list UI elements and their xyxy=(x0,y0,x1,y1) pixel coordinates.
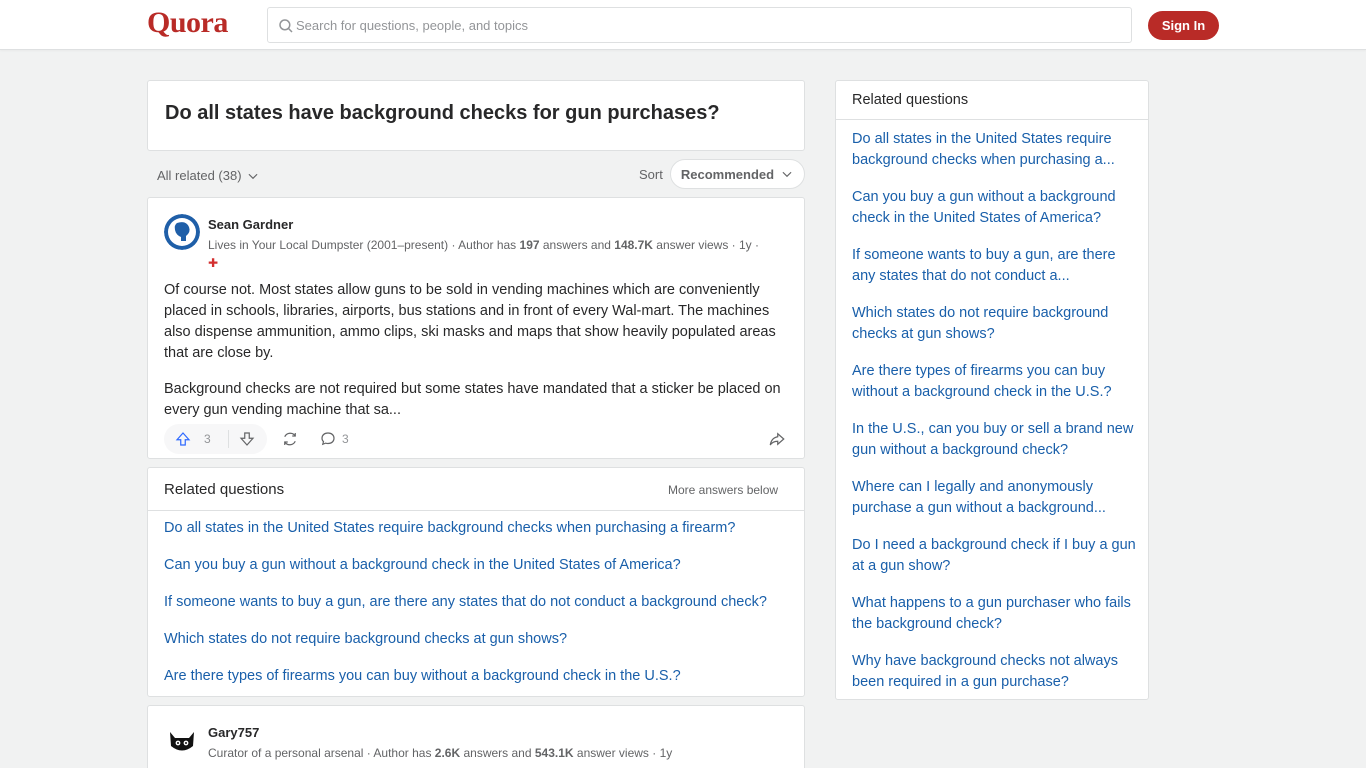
related-question-link[interactable]: Do all states in the United States requi… xyxy=(164,520,767,557)
more-answers-below: More answers below xyxy=(668,483,779,497)
sidebar-header: Related questions xyxy=(836,81,1148,120)
author-avatar[interactable] xyxy=(164,214,200,250)
sidebar-question-link[interactable]: Can you buy a gun without a background c… xyxy=(852,187,1137,245)
related-question-text: Are there types of firearms you can buy … xyxy=(164,668,681,684)
quora-logo[interactable]: Quora xyxy=(147,6,228,40)
sidebar-question-link[interactable]: Do I need a background check if I buy a … xyxy=(852,535,1137,593)
sidebar-question-link[interactable]: Do all states in the United States requi… xyxy=(852,129,1137,187)
sidebar-question-link[interactable]: Where can I legally and anonymously purc… xyxy=(852,477,1137,535)
views-count: 543.1K xyxy=(534,746,574,760)
author-name[interactable]: Gary757 xyxy=(208,725,259,740)
share-icon[interactable] xyxy=(768,430,786,448)
profile-silhouette-icon xyxy=(164,214,200,250)
answer-card: Gary757 Curator of a personal arsenal · … xyxy=(147,705,805,768)
upvote-count: 3 xyxy=(204,432,211,446)
sidebar-question-link[interactable]: If someone wants to buy a gun, are there… xyxy=(852,245,1137,303)
author-credentials: Curator of a personal arsenal · Author h… xyxy=(208,744,798,762)
sort-label: Sort xyxy=(639,167,663,182)
upvote-icon[interactable] xyxy=(174,430,192,448)
cred-text: answer views · 1y · xyxy=(652,238,759,252)
related-question-link[interactable]: Are there types of firearms you can buy … xyxy=(164,668,767,705)
related-questions-title: Related questions xyxy=(164,481,285,498)
answers-count: 197 xyxy=(519,238,540,252)
sidebar-title: Related questions xyxy=(852,92,969,108)
question-card: Do all states have background checks for… xyxy=(147,80,805,151)
answer-actions: 3 3 xyxy=(164,424,792,454)
comment-icon[interactable] xyxy=(319,430,337,448)
cred-text: Curator of a personal arsenal · Author h… xyxy=(208,746,435,760)
related-question-link[interactable]: Can you buy a gun without a background c… xyxy=(164,557,767,594)
related-questions-header: Related questions More answers below xyxy=(148,468,804,511)
related-questions-inline: Related questions More answers below Do … xyxy=(147,467,805,697)
views-count: 148.7K xyxy=(614,238,653,252)
chevron-down-icon xyxy=(782,171,792,178)
cred-text: Lives in Your Local Dumpster (2001–prese… xyxy=(208,238,520,252)
author-name[interactable]: Sean Gardner xyxy=(208,217,293,232)
filter-bar: All related (38) Sort Recommended xyxy=(147,158,805,190)
top-nav: Quora Sign In xyxy=(0,0,1366,50)
sign-in-button[interactable]: Sign In xyxy=(1148,11,1219,40)
sidebar-question-link[interactable]: Are there types of firearms you can buy … xyxy=(852,361,1137,419)
cred-text: answer views · 1y xyxy=(573,746,673,760)
sort-value: Recommended xyxy=(680,166,775,182)
author-credentials: Lives in Your Local Dumpster (2001–prese… xyxy=(208,236,798,272)
cred-text: answers and xyxy=(539,238,615,252)
related-question-text: Which states do not require background c… xyxy=(164,631,568,647)
author-avatar[interactable] xyxy=(164,722,200,758)
related-question-link[interactable]: Which states do not require background c… xyxy=(164,631,767,668)
divider xyxy=(228,430,229,448)
related-question-text: Do all states in the United States requi… xyxy=(164,520,736,536)
sidebar-question-link[interactable]: Which states do not require background c… xyxy=(852,303,1137,361)
all-related-filter[interactable]: All related (38) xyxy=(157,168,260,183)
answer-body[interactable]: Of course not. Most states allow guns to… xyxy=(164,280,792,436)
downvote-icon[interactable] xyxy=(238,430,256,448)
related-question-link[interactable]: If someone wants to buy a gun, are there… xyxy=(164,594,767,631)
reshare-icon[interactable] xyxy=(281,430,299,448)
search-input[interactable] xyxy=(296,8,1116,42)
flag-icon: ✚ xyxy=(208,256,219,270)
answer-paragraph: Of course not. Most states allow guns to… xyxy=(164,282,776,361)
related-question-text: Can you buy a gun without a background c… xyxy=(164,557,681,573)
answers-count: 2.6K xyxy=(434,746,461,760)
sort-dropdown[interactable]: Recommended xyxy=(670,159,805,189)
answer-card: Sean Gardner Lives in Your Local Dumpste… xyxy=(147,197,805,459)
related-question-text: If someone wants to buy a gun, are there… xyxy=(164,594,767,610)
question-title: Do all states have background checks for… xyxy=(165,102,720,124)
answer-paragraph: Background checks are not required but s… xyxy=(164,381,781,418)
search-icon xyxy=(279,19,293,33)
search-box[interactable] xyxy=(267,7,1132,43)
sidebar-question-link[interactable]: What happens to a gun purchaser who fail… xyxy=(852,593,1137,651)
sidebar-question-link[interactable]: Why have background checks not always be… xyxy=(852,651,1137,709)
sidebar-question-link[interactable]: In the U.S., can you buy or sell a brand… xyxy=(852,419,1137,477)
sidebar-related-questions: Related questions Do all states in the U… xyxy=(835,80,1149,700)
all-related-label: All related (38) xyxy=(157,168,242,183)
cred-text: answers and xyxy=(460,746,535,760)
chevron-down-icon xyxy=(248,173,258,179)
cat-avatar-icon xyxy=(164,722,200,758)
related-questions-list: Do all states in the United States requi… xyxy=(164,520,767,705)
vote-pill: 3 xyxy=(164,424,267,454)
comment-count: 3 xyxy=(342,432,349,446)
sidebar-list: Do all states in the United States requi… xyxy=(852,129,1137,709)
